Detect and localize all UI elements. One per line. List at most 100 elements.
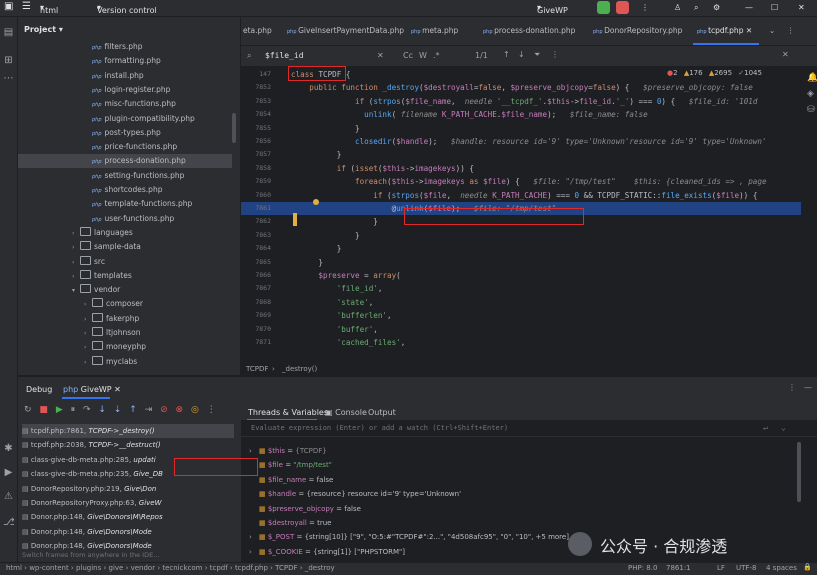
tree-item[interactable]: php shortcodes.php xyxy=(18,183,232,197)
editor-menu-icon[interactable]: ⋮ xyxy=(787,26,795,35)
code-line[interactable]: 7870 'buffer', xyxy=(241,323,801,336)
step-over-icon[interactable]: ↷ xyxy=(83,405,91,415)
line-number[interactable]: 7852 xyxy=(241,81,271,94)
code-line[interactable]: 7863 } xyxy=(241,229,801,242)
line-number[interactable]: 7862 xyxy=(241,215,271,228)
breadcrumb-method[interactable]: _destroy() xyxy=(282,365,317,373)
ai-assistant-icon[interactable]: ◈ xyxy=(807,89,814,99)
tree-item[interactable]: php plugin-compatibility.php xyxy=(18,112,232,126)
breadcrumb-class[interactable]: TCPDF xyxy=(246,365,268,373)
main-menu-icon[interactable]: ☰ xyxy=(22,1,31,12)
php-version[interactable]: PHP: 8.0 xyxy=(628,564,657,572)
next-occurrence-icon[interactable]: ↓ xyxy=(518,50,525,59)
stop-debug-icon[interactable]: ■ xyxy=(39,405,48,415)
chevron-right-icon[interactable]: › xyxy=(72,270,80,284)
tab-output[interactable]: Output xyxy=(368,408,396,417)
tree-item[interactable]: ▾ vendor xyxy=(18,283,232,297)
chevron-right-icon[interactable]: › xyxy=(84,313,92,327)
editor-vertical-scrollbar[interactable]: 🔔 ◈ ⛁ xyxy=(801,67,817,364)
code-line[interactable]: 7865 } xyxy=(241,256,801,269)
stack-frame[interactable]: ▤ Donor.php:148, Give\Donors\Mode xyxy=(22,525,234,539)
status-breadcrumb-item[interactable]: wp-content xyxy=(29,564,69,572)
tree-item[interactable]: php post-types.php xyxy=(18,126,232,140)
variable-row[interactable]: › ▦ $this = {TCPDF} xyxy=(241,444,327,458)
variable-row[interactable]: ▦ $destroyall = true xyxy=(241,516,331,530)
tree-item[interactable]: php process-donation.php xyxy=(18,154,232,169)
chevron-down-icon[interactable]: ▾ xyxy=(72,284,80,298)
git-tool-icon[interactable]: ⎇ xyxy=(3,517,15,528)
editor-tab[interactable]: php meta.php xyxy=(411,26,458,35)
stack-frame[interactable]: ▤ Donor.php:148, Give\Donors\M\Repos xyxy=(22,510,234,524)
tree-item[interactable]: › languages xyxy=(18,226,232,240)
minimize-icon[interactable]: — xyxy=(745,3,753,12)
status-breadcrumb-item[interactable]: give xyxy=(109,564,124,572)
resume-button[interactable] xyxy=(597,1,610,14)
close-find-icon[interactable]: ✕ xyxy=(782,50,789,59)
editor-tab[interactable]: php DonorRepository.php xyxy=(593,26,682,35)
tree-item[interactable]: › templates xyxy=(18,269,232,283)
words-toggle[interactable]: W xyxy=(419,51,427,60)
problems-tool-icon[interactable]: ⚠ xyxy=(3,491,14,502)
find-clear-icon[interactable]: ✕ xyxy=(377,51,384,60)
line-number[interactable]: 7870 xyxy=(241,323,271,336)
view-breakpoints-icon[interactable]: ⊘ xyxy=(160,405,168,415)
code-line[interactable]: 7855 } xyxy=(241,122,801,135)
find-input[interactable]: $file_id xyxy=(265,51,304,60)
variable-row[interactable]: › ▦ $_POST = {string[10]} ["9", "O:5:#"T… xyxy=(241,530,569,544)
add-watch-icon[interactable]: ↵ xyxy=(763,420,768,436)
line-number[interactable]: 7871 xyxy=(241,336,271,349)
chevron-right-icon[interactable]: › xyxy=(72,241,80,255)
notifications-icon[interactable]: 🔔 xyxy=(807,73,817,83)
debugger-settings-icon[interactable]: ⋮ xyxy=(207,405,216,415)
line-number[interactable]: 147 xyxy=(241,68,271,81)
line-number[interactable]: 7860 xyxy=(241,189,271,202)
chevron-right-icon[interactable]: › xyxy=(84,327,92,341)
tab-console[interactable]: ▣ Console xyxy=(325,408,367,417)
code-line[interactable]: 7864 } xyxy=(241,242,801,255)
lock-icon[interactable]: 🔒 xyxy=(803,563,812,571)
mute-breakpoints-icon[interactable]: ⊗ xyxy=(176,405,184,415)
status-breadcrumb-item[interactable]: TCPDF xyxy=(275,564,297,572)
close-tab-icon[interactable]: ✕ xyxy=(743,26,752,35)
status-breadcrumb-item[interactable]: tcpdf.php xyxy=(235,564,268,572)
project-scrollbar[interactable] xyxy=(232,113,236,143)
line-number[interactable]: 7858 xyxy=(241,162,271,175)
line-number[interactable]: 7866 xyxy=(241,269,271,282)
editor-tab[interactable]: eta.php xyxy=(243,26,272,35)
variable-row[interactable]: ▦ $handle = {resource} resource id='9' t… xyxy=(241,487,461,501)
chevron-right-icon[interactable]: › xyxy=(249,530,259,544)
stack-frame[interactable]: ▤ tcpdf.php:7861, TCPDF->_destroy() xyxy=(22,424,234,438)
watch-dropdown-icon[interactable]: ⌄ xyxy=(781,420,786,436)
editor-tab[interactable]: php tcpdf.php ✕ xyxy=(697,26,752,35)
chevron-right-icon[interactable]: › xyxy=(72,256,80,270)
pause-icon[interactable]: ⏸ xyxy=(71,405,76,415)
tree-item[interactable]: › sample-data xyxy=(18,240,232,254)
variable-row[interactable]: › ▦ $_COOKIE = {string[1]} ["PHPSTORM"] xyxy=(241,545,405,559)
tree-item[interactable]: › composer xyxy=(18,297,232,311)
run-config-selector[interactable]: GiveWP ▾ xyxy=(537,3,568,15)
chevron-right-icon[interactable]: › xyxy=(72,227,80,241)
break-on-first-line-icon[interactable]: ◎ xyxy=(191,405,199,415)
code-line[interactable]: 7852 public function _destroy($destroyal… xyxy=(241,81,801,94)
file-encoding[interactable]: UTF-8 xyxy=(736,564,756,572)
line-number[interactable]: 7865 xyxy=(241,256,271,269)
chevron-right-icon[interactable]: › xyxy=(249,545,259,559)
editor-tab[interactable]: php process-donation.php xyxy=(483,26,575,35)
line-number[interactable]: 7857 xyxy=(241,148,271,161)
tree-item[interactable]: › fakerphp xyxy=(18,312,232,326)
match-case-toggle[interactable]: Cc xyxy=(403,51,413,60)
tree-item[interactable]: php login-register.php xyxy=(18,83,232,97)
status-breadcrumb-item[interactable]: plugins xyxy=(76,564,101,572)
status-breadcrumb-item[interactable]: vendor xyxy=(131,564,156,572)
stop-button[interactable] xyxy=(616,1,629,14)
line-number[interactable]: 7864 xyxy=(241,242,271,255)
code-line[interactable]: 7871 'cached_files', xyxy=(241,336,801,349)
debug-more-icon[interactable]: ⋮ xyxy=(788,383,796,392)
tree-item[interactable]: php install.php xyxy=(18,69,232,83)
more-icon[interactable]: ⋮ xyxy=(641,3,649,12)
vcs-menu[interactable]: Version control ▾ xyxy=(97,3,157,15)
force-step-into-icon[interactable]: ⇣ xyxy=(114,405,122,415)
database-icon[interactable]: ⛁ xyxy=(807,105,815,115)
previous-occurrence-icon[interactable]: ↑ xyxy=(503,50,510,59)
chevron-right-icon[interactable]: › xyxy=(249,444,259,458)
